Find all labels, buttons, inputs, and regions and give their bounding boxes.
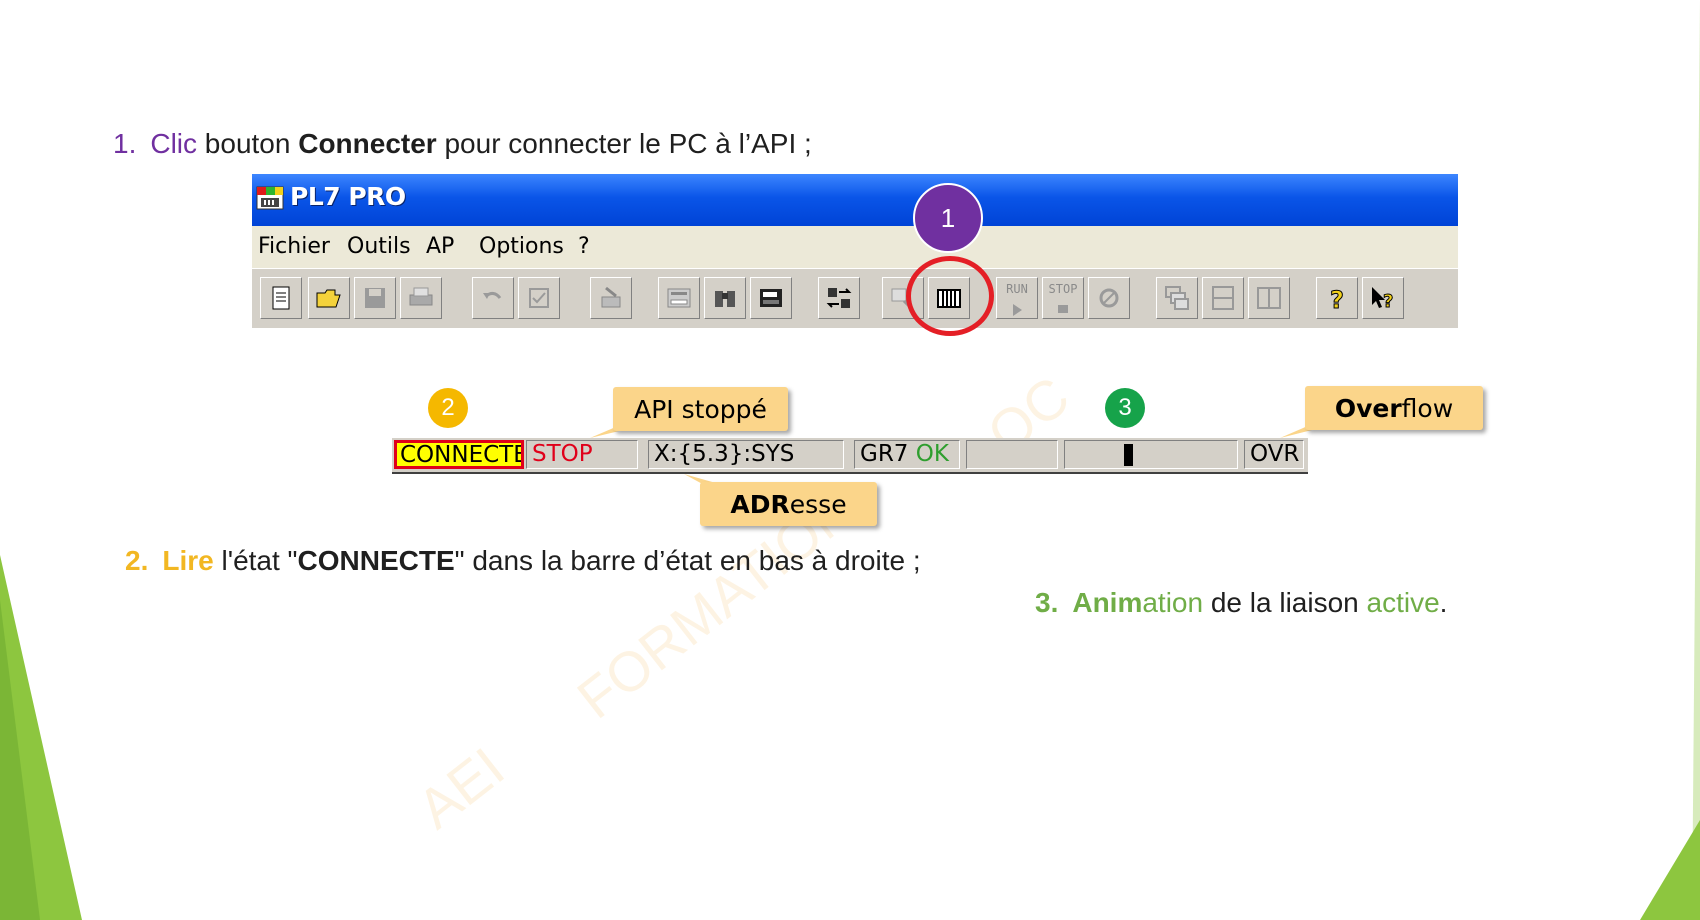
step-text: " dans la barre d’état en bas à droite ; [454, 545, 921, 576]
status-gr7-label: GR7 [860, 441, 909, 467]
status-address: X:{5.3}:SYS [648, 440, 844, 469]
status-bar: CONNECTE STOP X:{5.3}:SYS GR7 OK OVR [392, 438, 1308, 474]
callout-overflow-bold: Over [1334, 393, 1402, 423]
step-text: l'état " [213, 545, 298, 576]
status-connecte: CONNECTE [394, 440, 524, 469]
step-verb-rest: ation [1142, 587, 1204, 618]
callout-adresse-bold: ADR [730, 489, 790, 519]
instruction-step-2: 2. Lire l'état "CONNECTE" dans la barre d… [125, 545, 921, 577]
step-highlight: active [1366, 587, 1440, 618]
callout-api-stoppe: API stoppé [613, 387, 788, 431]
step-number: 3. [1035, 587, 1059, 618]
step-text: . [1439, 587, 1448, 618]
callout-api-stoppe-label: API stoppé [634, 394, 767, 424]
callout-overflow: Over flow [1305, 386, 1483, 430]
callout-adresse: ADR esse [700, 482, 877, 526]
status-ovr: OVR [1244, 440, 1304, 469]
status-empty-cell [966, 440, 1058, 469]
status-gr7-ok: OK [915, 441, 949, 467]
link-animation-indicator [1124, 444, 1133, 466]
step-text: de la liaison [1203, 587, 1367, 618]
step-number: 2. [125, 545, 149, 576]
callout-adresse-rest: esse [789, 489, 847, 519]
step-verb-bold: Anim [1072, 587, 1143, 618]
status-gr7: GR7 OK [854, 440, 960, 469]
step-verb: Lire [162, 545, 214, 576]
status-animation-cell [1064, 440, 1238, 469]
instruction-step-3: 3. Animation de la liaison active. [1035, 587, 1447, 619]
step-bold: CONNECTE [297, 545, 455, 576]
status-stop: STOP [526, 440, 638, 469]
callout-overflow-rest: flow [1401, 393, 1454, 423]
